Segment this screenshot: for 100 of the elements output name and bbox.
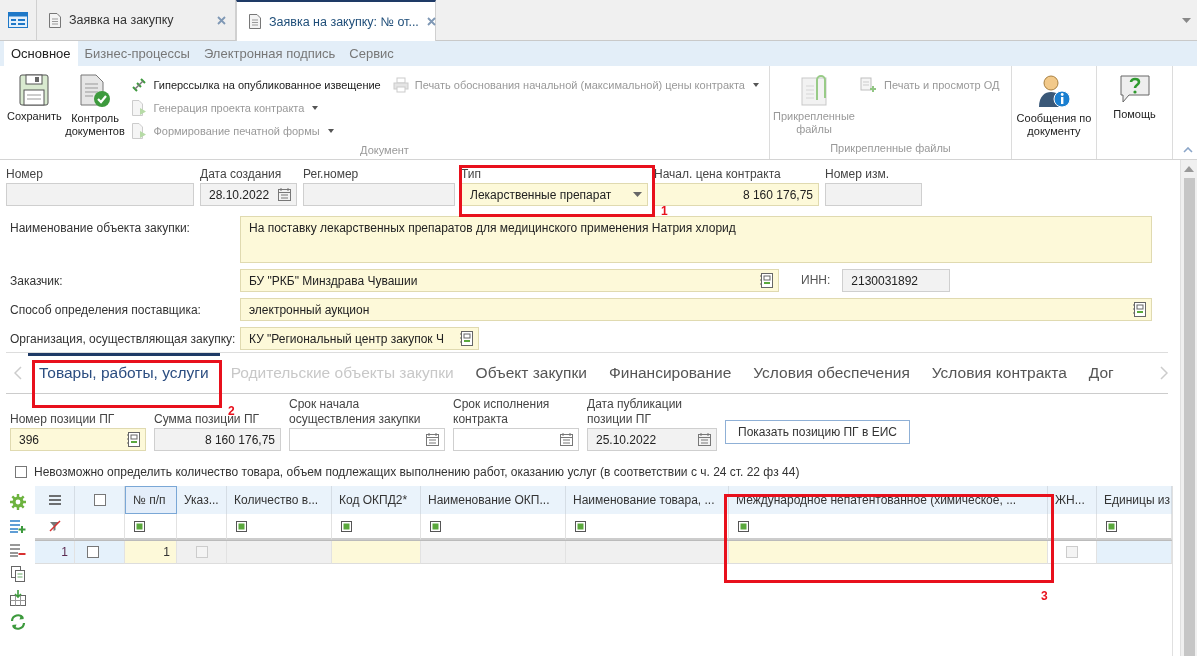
document-plus-icon	[860, 77, 878, 93]
import-icon[interactable]	[9, 590, 26, 606]
calendar-icon[interactable]	[426, 433, 439, 446]
document-icon	[249, 14, 261, 29]
close-icon[interactable]	[217, 15, 226, 25]
text-area[interactable]: На поставку лекарственных препаратов для медицинского применения Натрия хлорид	[240, 216, 1152, 263]
calendar-icon[interactable]	[698, 433, 711, 446]
input-field[interactable]: 2130031892	[842, 269, 951, 292]
caret-icon	[753, 83, 759, 87]
column-header[interactable]	[35, 486, 75, 514]
field-label: Тип	[461, 167, 482, 182]
close-icon[interactable]	[426, 17, 436, 26]
add-row-icon[interactable]	[9, 518, 26, 534]
book-icon[interactable]	[460, 331, 473, 346]
column-header[interactable]: Единицы из	[1097, 486, 1172, 514]
filter-square-icon[interactable]	[1106, 520, 1117, 532]
filter-square-icon[interactable]	[430, 520, 441, 532]
section-tab[interactable]: Финансирование	[597, 353, 743, 393]
lookup-field[interactable]: КУ "Региональный центр закупок Ч	[240, 327, 479, 350]
lookup-field[interactable]: электронный аукцион	[240, 298, 1152, 321]
document-arrow-icon	[131, 100, 148, 116]
caret-icon	[312, 106, 319, 110]
book-icon[interactable]	[1133, 302, 1146, 317]
field-label: Номер изм.	[825, 167, 891, 182]
group-label: Документ	[359, 144, 410, 158]
book-icon[interactable]	[127, 432, 140, 447]
ribbon-tab[interactable]: Сервис	[342, 41, 401, 66]
calendar-icon[interactable]	[278, 188, 291, 201]
table-row[interactable]: 1 1	[35, 540, 1172, 564]
scrollbar-thumb[interactable]	[1183, 178, 1195, 656]
lookup-field[interactable]: 396	[10, 428, 146, 451]
dropdown-field[interactable]: Лекарственные препарат	[461, 183, 648, 206]
chevron-up-icon[interactable]	[1183, 147, 1193, 153]
input-field[interactable]	[825, 183, 922, 206]
save-button[interactable]: Сохранить	[4, 72, 65, 125]
date-field[interactable]: 25.10.2022	[587, 428, 717, 451]
table-cell: 1	[35, 541, 75, 564]
book-icon[interactable]	[760, 273, 773, 288]
scroll-up-icon[interactable]	[1184, 166, 1194, 172]
checkbox[interactable]	[87, 546, 99, 558]
section-tab[interactable]: Условия контракта	[920, 353, 1078, 393]
document-tab[interactable]: Заявка на закупку	[36, 0, 236, 40]
field-label: Срок исполнения контракта	[453, 397, 551, 427]
gear-icon[interactable]	[9, 494, 26, 510]
caret-icon	[327, 129, 334, 133]
field-label: ИНН:	[801, 273, 831, 287]
check-documents-button[interactable]: Контроль документов	[64, 72, 126, 140]
filter-square-icon[interactable]	[738, 520, 749, 532]
column-header[interactable]: Указ...	[177, 486, 227, 514]
column-header[interactable]: ЖН...	[1048, 486, 1097, 514]
column-header[interactable]: Наименование товара, ...	[566, 486, 729, 514]
section-tab[interactable]: Товары, работы, услуги	[28, 353, 220, 393]
field-label: Номер позиции ПГ	[10, 412, 116, 427]
chain-link-icon	[131, 77, 148, 93]
field-label: Дата публикации позиции ПГ	[587, 397, 684, 427]
section-tab[interactable]: Дог	[1077, 353, 1125, 393]
hyperlink-button[interactable]: Гиперссылка на опубликованное извещение	[131, 76, 381, 94]
calendar-icon[interactable]	[560, 433, 573, 446]
messages-button[interactable]: Сообщения по документу	[1016, 72, 1092, 140]
section-tab[interactable]: Объект закупки	[464, 353, 598, 393]
refresh-icon[interactable]	[9, 614, 26, 630]
checkbox[interactable]	[15, 466, 27, 478]
filter-square-icon[interactable]	[575, 520, 586, 532]
column-header[interactable]: Код ОКПД2*	[332, 486, 421, 514]
input-field[interactable]	[6, 183, 194, 206]
date-field[interactable]: 28.10.2022	[200, 183, 297, 206]
delete-row-icon[interactable]	[9, 542, 26, 558]
filter-square-icon[interactable]	[134, 520, 145, 532]
input-field[interactable]	[303, 183, 455, 206]
filter-clear-icon[interactable]	[48, 520, 61, 532]
menu-icon[interactable]	[48, 495, 61, 505]
date-field[interactable]	[289, 428, 445, 451]
filter-square-icon[interactable]	[341, 520, 352, 532]
column-header[interactable]: Количество в...	[227, 486, 332, 514]
document-tab[interactable]: Заявка на закупку: № от...	[236, 0, 436, 41]
section-tab[interactable]: Условия обеспечения	[742, 353, 921, 393]
copy-icon[interactable]	[10, 566, 25, 582]
column-header[interactable]	[75, 486, 125, 514]
filter-square-icon[interactable]	[236, 520, 247, 532]
field-label: Способ определения поставщика:	[10, 302, 202, 318]
lookup-field[interactable]: БУ "РКБ" Минздрава Чувашии	[240, 269, 779, 292]
field-label: Номер	[6, 167, 44, 182]
input-field[interactable]: 8 160 176,75	[154, 428, 281, 451]
help-button[interactable]: Помощь	[1101, 72, 1168, 123]
column-header[interactable]: Наименование ОКП...	[421, 486, 566, 514]
window-list-icon[interactable]	[8, 12, 28, 28]
show-position-button[interactable]: Показать позицию ПГ в ЕИС	[725, 420, 910, 444]
input-field[interactable]: 8 160 176,75	[654, 183, 819, 206]
speech-bubble-question-icon	[1118, 74, 1151, 104]
dropdown-icon[interactable]	[1182, 17, 1191, 23]
field-label: Срок начала осуществления закупки	[289, 397, 422, 427]
ribbon-tab[interactable]: Основное	[4, 41, 78, 66]
field-label: Дата создания	[200, 167, 283, 182]
checkbox[interactable]	[93, 494, 106, 506]
ribbon-tab[interactable]: Электронная подпись	[196, 41, 343, 66]
ribbon-tab[interactable]: Бизнес-процессы	[77, 41, 197, 66]
paperclip-document-icon	[799, 74, 829, 106]
column-header[interactable]: № п/п	[125, 486, 177, 514]
caret-icon[interactable]	[633, 192, 642, 197]
date-field[interactable]	[453, 428, 579, 451]
